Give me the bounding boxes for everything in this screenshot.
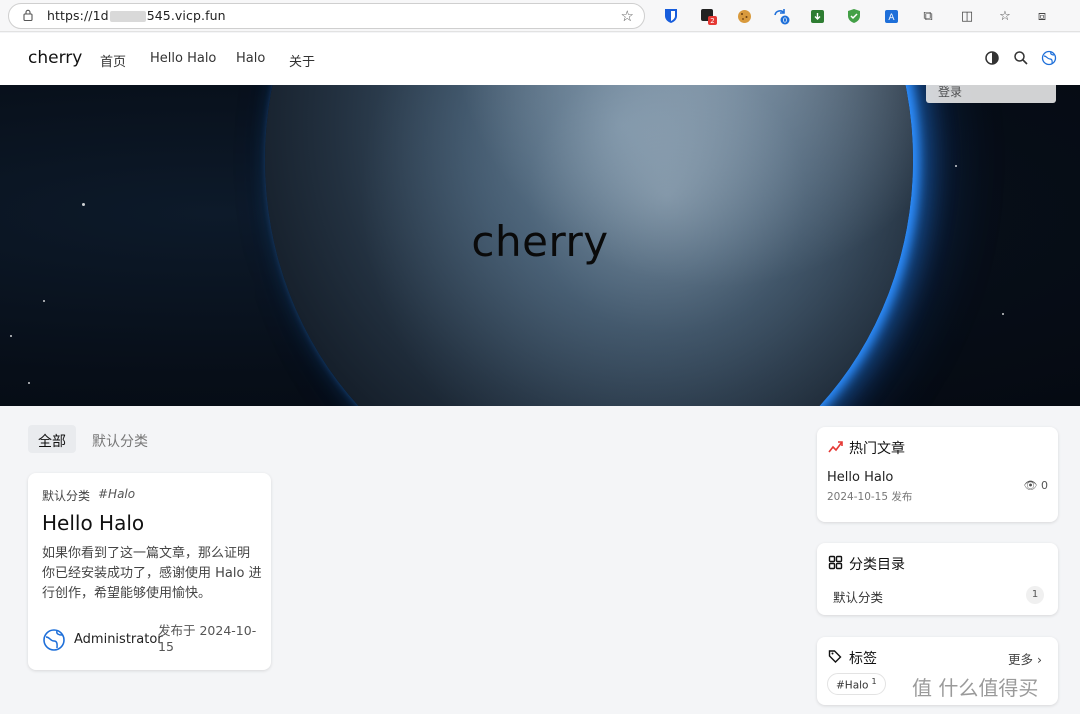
- grid-icon: [828, 555, 843, 570]
- view-count: 👁 0: [1023, 479, 1048, 492]
- user-avatar-icon[interactable]: [1041, 50, 1057, 66]
- extension-red-badge-icon[interactable]: 2: [697, 5, 719, 27]
- svg-text:0: 0: [783, 17, 787, 25]
- login-dropdown[interactable]: 登录: [926, 85, 1056, 103]
- site-brand[interactable]: cherry: [28, 48, 82, 68]
- author-avatar-icon: [43, 629, 65, 651]
- categories-widget: 分类目录 默认分类 1: [817, 543, 1058, 615]
- site-header: cherry 首页 Hello Halo Halo 关于: [0, 33, 1080, 85]
- hero-title: cherry: [471, 217, 609, 266]
- post-category[interactable]: 默认分类: [42, 487, 90, 504]
- url-redaction: [109, 11, 146, 22]
- bookmark-star-icon[interactable]: ☆: [621, 7, 634, 25]
- categories-title: 分类目录: [849, 557, 905, 573]
- theme-toggle-icon[interactable]: [984, 50, 1000, 66]
- collections-icon[interactable]: ⧈: [1031, 5, 1053, 27]
- login-link[interactable]: 登录: [938, 83, 962, 100]
- svg-text:A: A: [888, 13, 895, 23]
- star: [1002, 313, 1004, 315]
- cookie-extension-icon[interactable]: [733, 5, 755, 27]
- eye-icon: 👁: [1023, 479, 1038, 492]
- post-card[interactable]: 默认分类 #Halo Hello Halo 如果你看到了这一篇文章，那么证明你已…: [28, 473, 271, 670]
- hot-article-date: 2024-10-15 发布: [827, 491, 913, 503]
- chevron-right-icon: ›: [1037, 652, 1042, 667]
- star: [28, 382, 30, 384]
- address-bar[interactable]: https://1d 545.vicp.fun ☆: [8, 3, 645, 29]
- star: [955, 165, 957, 167]
- tab-all[interactable]: 全部: [28, 425, 76, 453]
- nav-about[interactable]: 关于: [289, 51, 315, 70]
- post-tag[interactable]: #Halo: [98, 487, 135, 501]
- translate-extension-icon[interactable]: A: [880, 5, 902, 27]
- nav-halo[interactable]: Halo: [236, 51, 265, 66]
- trending-icon: [828, 441, 843, 453]
- hot-articles-title: 热门文章: [849, 441, 905, 457]
- post-title[interactable]: Hello Halo: [42, 511, 144, 535]
- tags-title: 标签: [849, 651, 877, 667]
- star: [82, 203, 85, 206]
- post-author[interactable]: Administrator: [74, 632, 163, 647]
- extensions-puzzle-icon[interactable]: ⧉: [917, 5, 939, 27]
- tab-default-category[interactable]: 默认分类: [82, 425, 158, 453]
- search-icon[interactable]: [1013, 50, 1029, 66]
- browser-toolbar: https://1d 545.vicp.fun ☆ 2 0 A ⧉ ◫ ☆ ⧈: [0, 0, 1080, 32]
- star: [43, 300, 45, 302]
- url-text: https://1d 545.vicp.fun: [47, 8, 226, 23]
- nav-hello-halo[interactable]: Hello Halo: [150, 51, 216, 66]
- watermark: 值 什么值得买: [912, 676, 1039, 700]
- post-date: 发布于 2024-10-15: [158, 623, 257, 654]
- hero-banner: cherry: [0, 85, 1080, 406]
- nav-home[interactable]: 首页: [100, 51, 126, 70]
- star: [10, 335, 12, 337]
- download-extension-icon[interactable]: [806, 5, 828, 27]
- split-screen-icon[interactable]: ◫: [956, 5, 978, 27]
- post-excerpt: 如果你看到了这一篇文章，那么证明你已经安装成功了，感谢使用 Halo 进行创作，…: [42, 546, 262, 601]
- lock-icon: [23, 9, 33, 21]
- svg-text:2: 2: [710, 17, 714, 25]
- sync-extension-icon[interactable]: 0: [770, 5, 792, 27]
- tag-chip[interactable]: #Halo 1: [827, 673, 886, 695]
- hot-articles-widget: 热门文章 Hello Halo 2024-10-15 发布 👁 0: [817, 427, 1058, 522]
- category-item[interactable]: 默认分类: [833, 587, 883, 606]
- category-count-badge: 1: [1026, 586, 1044, 604]
- shield-extension-icon[interactable]: [843, 5, 865, 27]
- tag-icon: [828, 650, 842, 663]
- bitwarden-extension-icon[interactable]: [660, 5, 682, 27]
- favorites-icon[interactable]: ☆: [994, 5, 1016, 27]
- more-tags-link[interactable]: 更多 ›: [1008, 649, 1042, 668]
- hot-article-link[interactable]: Hello Halo: [827, 470, 893, 485]
